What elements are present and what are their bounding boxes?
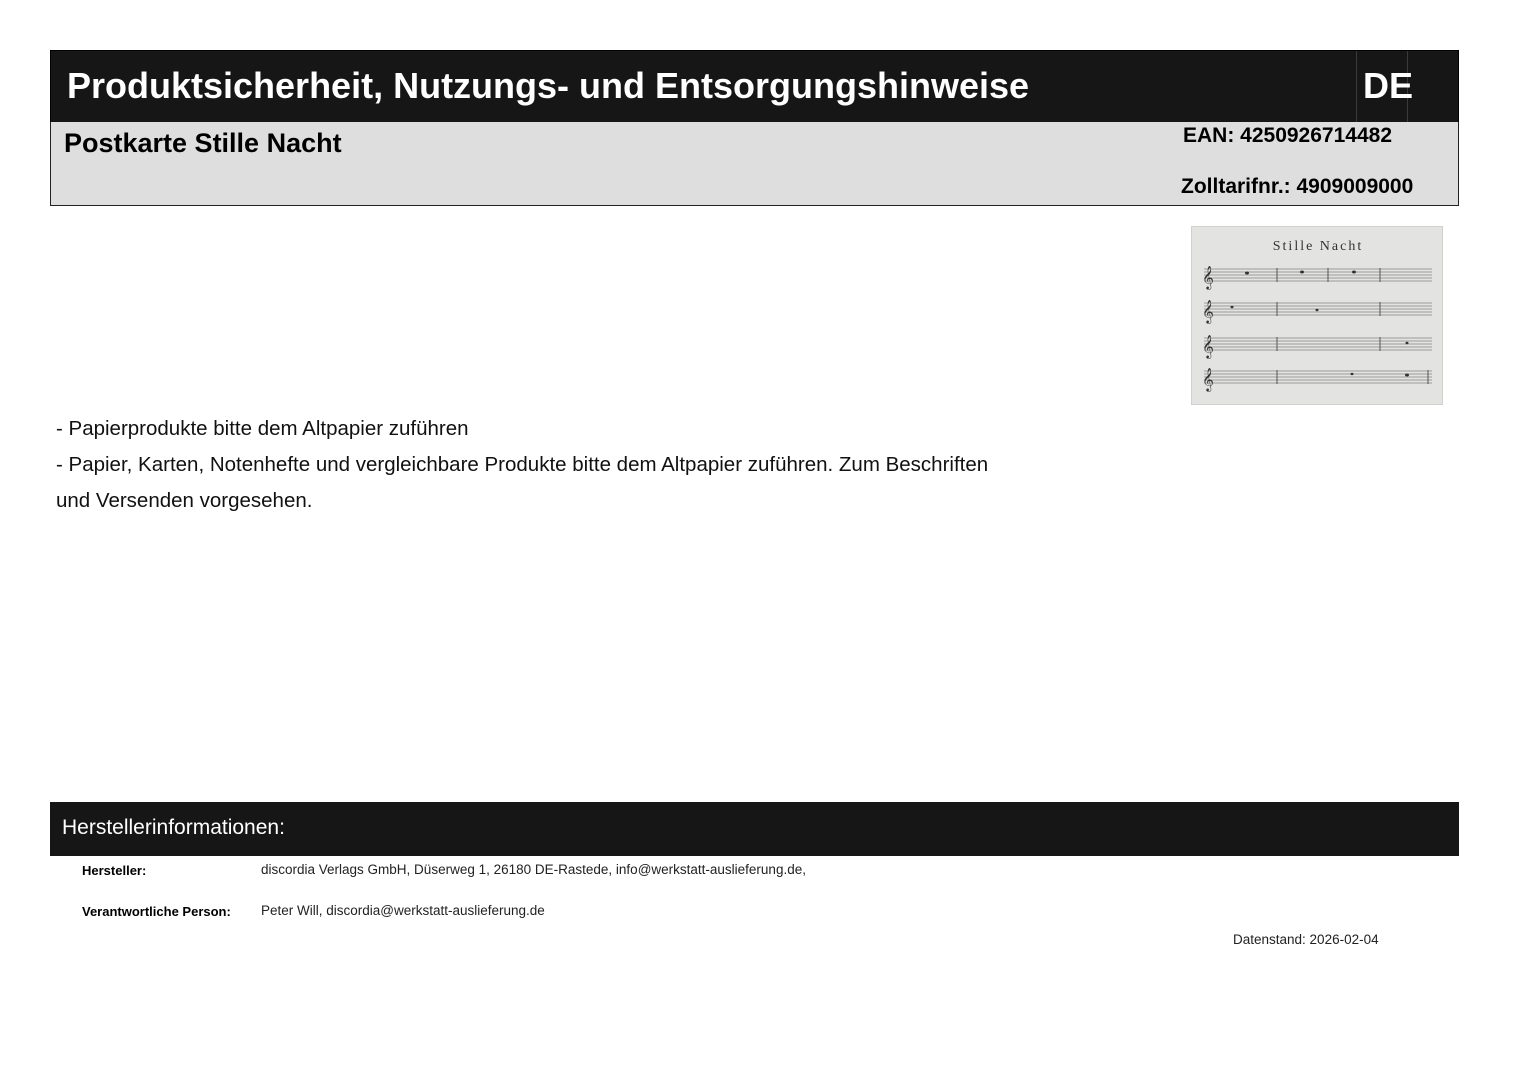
staff-3	[1204, 337, 1432, 351]
hint-paper-cards-continued: und Versenden vorgesehen.	[56, 489, 313, 512]
manufacturer-value: discordia Verlags GmbH, Düserweg 1, 2618…	[261, 862, 806, 877]
manufacturer-label: Hersteller:	[82, 863, 147, 878]
sheet-music-illustration: Stille Nacht 𝄞 𝄞 𝄞 𝄞	[1202, 239, 1432, 392]
svg-text:𝄞: 𝄞	[1202, 299, 1214, 324]
svg-text:𝄞: 𝄞	[1202, 334, 1214, 359]
hint-paper-products: - Papierprodukte bitte dem Altpapier zuf…	[56, 417, 469, 440]
header-bar: Produktsicherheit, Nutzungs- und Entsorg…	[50, 50, 1459, 123]
sheet-music-title: Stille Nacht	[1273, 239, 1364, 254]
manufacturer-section-title: Herstellerinformationen:	[62, 816, 285, 839]
tariff-number: Zolltarifnr.: 4909009000	[1181, 175, 1414, 198]
treble-clef-icons: 𝄞 𝄞 𝄞 𝄞	[1202, 265, 1214, 392]
sheet-music-image: Stille Nacht 𝄞 𝄞 𝄞 𝄞	[1191, 226, 1443, 405]
language-box: DE	[1356, 51, 1413, 123]
svg-text:𝄞: 𝄞	[1202, 265, 1214, 290]
staff-1	[1204, 268, 1432, 282]
staff-4	[1204, 370, 1432, 384]
data-date: Datenstand: 2026-02-04	[1233, 932, 1379, 947]
responsible-person-label: Verantwortliche Person:	[82, 904, 231, 919]
staff-2	[1204, 302, 1432, 316]
note-marks	[1230, 270, 1409, 377]
product-bar: Postkarte Stille Nacht EAN: 425092671448…	[50, 122, 1459, 206]
svg-text:𝄞: 𝄞	[1202, 367, 1214, 392]
language-code: DE	[1363, 65, 1414, 106]
disposal-hints: - Papierprodukte bitte dem Altpapier zuf…	[56, 411, 1066, 519]
page-title: Produktsicherheit, Nutzungs- und Entsorg…	[67, 65, 1030, 106]
responsible-person-value: Peter Will, discordia@werkstatt-ausliefe…	[261, 903, 545, 918]
hint-paper-cards: - Papier, Karten, Notenhefte und verglei…	[56, 453, 989, 476]
ean-number: EAN: 4250926714482	[1183, 124, 1392, 147]
product-name: Postkarte Stille Nacht	[64, 128, 342, 158]
manufacturer-bar: Herstellerinformationen:	[50, 802, 1459, 856]
